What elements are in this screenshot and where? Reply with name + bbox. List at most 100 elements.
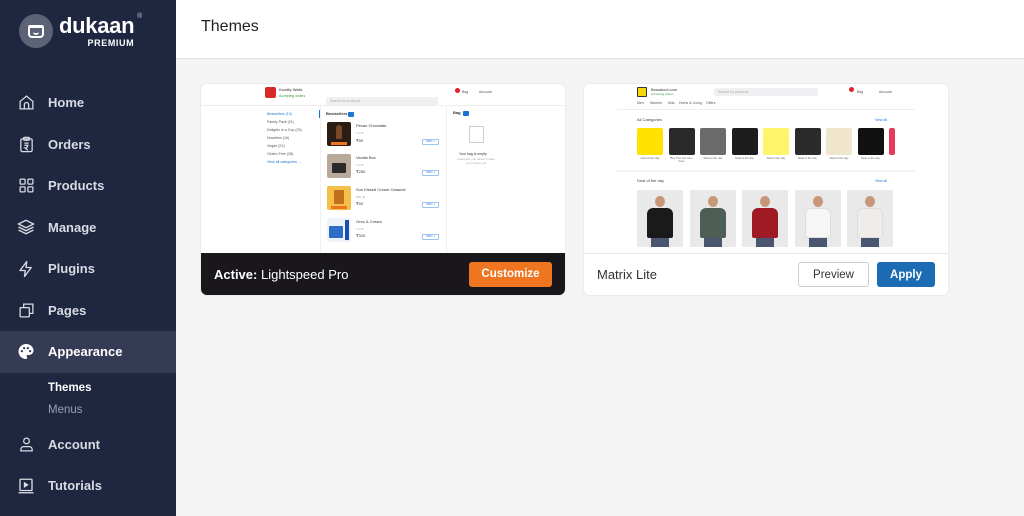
view-all-link: View all xyxy=(875,118,887,122)
apply-button[interactable]: Apply xyxy=(877,262,935,287)
preview-nav-item: Offers xyxy=(706,101,716,105)
category-tile xyxy=(826,128,852,155)
sidebar-item-label: Pages xyxy=(48,302,87,318)
category-tile xyxy=(700,128,726,155)
sidebar-item-plugins[interactable]: Plugins xyxy=(0,248,176,290)
pages-icon xyxy=(17,301,35,319)
category-tile xyxy=(889,128,895,155)
categories-title: All Categories xyxy=(637,117,662,122)
add-button: ADD + xyxy=(422,234,439,240)
product-name: Vanilla Box xyxy=(356,155,376,160)
sidebar-item-label: Plugins xyxy=(48,261,95,277)
layers-icon xyxy=(17,218,35,236)
sidebar-item-label: Home xyxy=(48,95,85,111)
orders-icon xyxy=(17,135,35,153)
product-image xyxy=(327,154,351,178)
bag-label: Bag xyxy=(857,90,864,94)
product-price: ₹90 xyxy=(356,138,363,143)
palette-icon xyxy=(17,343,35,361)
category-tile xyxy=(763,128,789,155)
category-item: Family Pack (21) xyxy=(267,120,294,124)
theme-card-footer: Matrix Lite Preview Apply xyxy=(584,253,948,295)
theme-card-footer: Active: Lightspeed Pro Customize xyxy=(201,253,565,295)
add-button: ADD + xyxy=(422,139,439,145)
active-prefix: Active: xyxy=(214,266,258,282)
sidebar-item-label: Tutorials xyxy=(48,478,102,494)
preview-search: Search for products xyxy=(714,88,818,96)
bag-dot xyxy=(455,88,460,93)
category-item: Bestsellers (10) xyxy=(267,112,292,116)
theme-preview-matrix-lite[interactable]: Bewakoof.com Accepting orders Search for… xyxy=(584,84,948,253)
video-icon xyxy=(17,477,35,495)
divider xyxy=(201,105,565,106)
bag-empty-subtext: Looks like you haven't made your choice … xyxy=(457,157,495,165)
product-tshirt-image xyxy=(689,190,736,247)
add-button: ADD + xyxy=(422,202,439,208)
sidebar-item-pages[interactable]: Pages xyxy=(0,290,176,332)
category-tile-label: Deal of the day xyxy=(861,156,880,160)
category-tile-label: Deal of the day xyxy=(703,156,723,160)
view-all-link: View all xyxy=(875,179,887,183)
section-title: Bestsellers xyxy=(326,111,348,116)
sidebar-subitem-themes[interactable]: Themes xyxy=(0,377,176,399)
sidebar-item-account[interactable]: Account xyxy=(0,424,176,466)
customize-button[interactable]: Customize xyxy=(469,261,552,287)
product-tshirt-image xyxy=(794,190,841,247)
product-image xyxy=(327,186,351,210)
category-tile-label: Buy Two Get One Free xyxy=(670,156,693,164)
user-icon xyxy=(17,435,35,453)
sidebar-item-products[interactable]: Products xyxy=(0,165,176,207)
preview-nav-item: Men xyxy=(637,101,644,105)
theme-preview-lightspeed-pro[interactable]: Kwality Walls Accepting orders Search fo… xyxy=(201,84,565,253)
bag-title: Bag xyxy=(453,110,461,115)
sidebar-item-manage[interactable]: Manage xyxy=(0,207,176,249)
divider xyxy=(617,109,915,110)
theme-card-lightspeed-pro: Kwality Walls Accepting orders Search fo… xyxy=(201,84,565,295)
category-item: Delights in a Cup (29) xyxy=(267,128,302,132)
store-logo xyxy=(265,87,276,98)
store-logo xyxy=(637,87,647,97)
product-name: Pecan Chocolate xyxy=(356,123,387,128)
product-unit: 1 unit xyxy=(356,227,364,231)
theme-card-matrix-lite: Bewakoof.com Accepting orders Search for… xyxy=(584,84,948,295)
product-tshirt-image xyxy=(742,190,788,247)
brand-logo[interactable]: dukaan ® PREMIUM xyxy=(19,12,142,48)
sidebar: dukaan ® PREMIUM Home Orders Products Ma… xyxy=(0,0,176,516)
preview-button[interactable]: Preview xyxy=(798,262,869,287)
store-name: Kwality Walls xyxy=(279,87,303,92)
brand-name: dukaan xyxy=(59,12,135,38)
category-tile xyxy=(668,128,695,155)
sidebar-item-orders[interactable]: Orders xyxy=(0,124,176,166)
category-tile xyxy=(794,128,821,155)
sidebar-nav: Home Orders Products Manage Plugins Page… xyxy=(0,82,176,507)
category-tile-label: Deal of the day xyxy=(640,156,660,160)
product-tshirt-image xyxy=(637,190,683,247)
category-tile-label: Deal of the day xyxy=(798,156,817,160)
page-title: Themes xyxy=(201,18,259,35)
category-tile-label: Deal of the day xyxy=(735,156,754,160)
bag-label: Bag xyxy=(462,90,469,94)
brand-tier: PREMIUM xyxy=(87,37,135,48)
store-status: Accepting orders xyxy=(279,94,306,98)
category-tile-label: Deal of the day xyxy=(829,156,849,160)
divider xyxy=(617,170,915,172)
shopping-bag-icon xyxy=(19,14,53,48)
category-tile xyxy=(637,128,663,155)
empty-bag-icon xyxy=(469,126,484,143)
product-unit: 100 ml xyxy=(356,195,366,199)
sidebar-item-home[interactable]: Home xyxy=(0,82,176,124)
category-indicator xyxy=(319,110,320,118)
store-status: Accepting orders xyxy=(651,92,674,96)
registered-mark: ® xyxy=(137,12,143,20)
sidebar-item-tutorials[interactable]: Tutorials xyxy=(0,465,176,507)
sidebar-item-label: Orders xyxy=(48,136,91,152)
sidebar-subitem-menus[interactable]: Menus xyxy=(0,399,176,421)
sidebar-item-appearance[interactable]: Appearance xyxy=(0,331,176,373)
preview-nav-item: Women xyxy=(650,101,662,105)
product-unit: 1 unit xyxy=(356,163,364,167)
bag-count-badge xyxy=(463,111,469,116)
category-item: Gluten Free (28) xyxy=(267,152,294,156)
product-name: Oreo & Cream xyxy=(356,219,382,224)
home-icon xyxy=(17,94,35,112)
sidebar-item-label: Products xyxy=(48,178,105,194)
